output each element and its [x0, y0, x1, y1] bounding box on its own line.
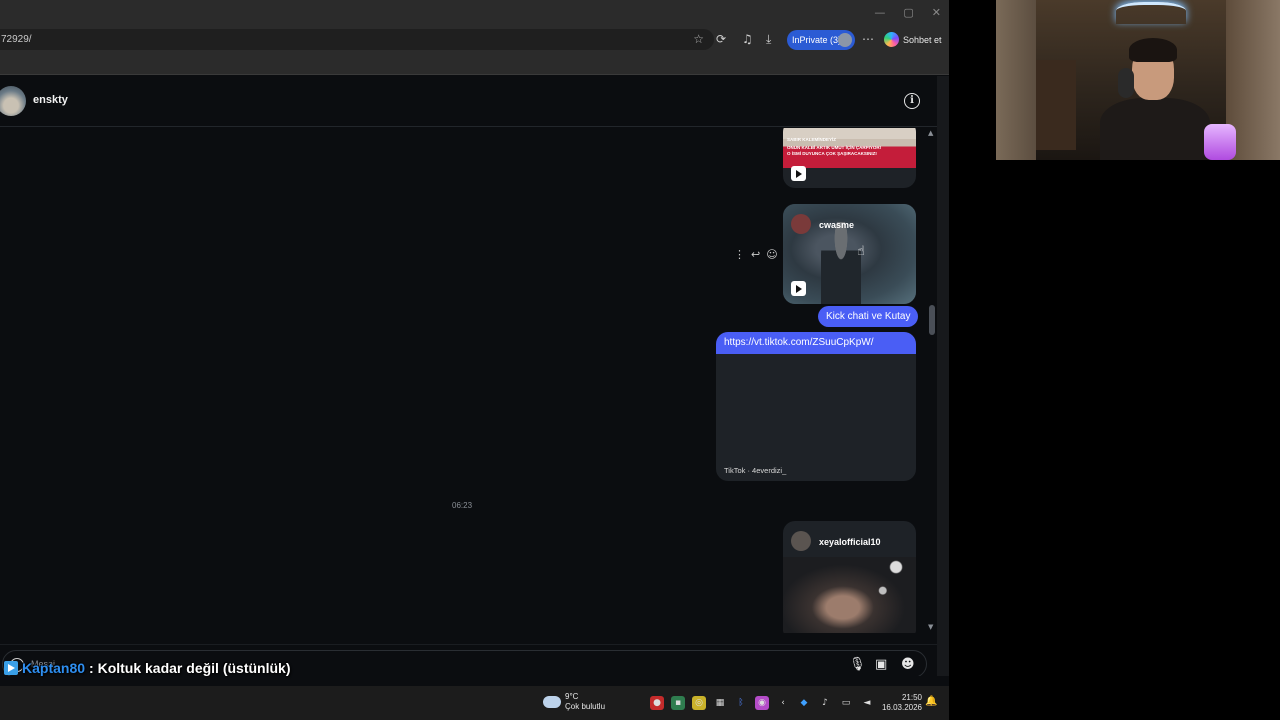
copilot-icon	[884, 32, 899, 47]
scroll-down-icon[interactable]: ▼	[928, 623, 933, 631]
message-list: SABIR KALEMİNDEYİZ ONUN KALBİ ARTIK UMUT…	[0, 128, 937, 633]
webcam-background	[1036, 60, 1076, 150]
bookmark-bar	[0, 52, 949, 75]
horizontal-scrollbar[interactable]	[0, 676, 949, 686]
banner-line: SABIR KALEMİNDEYİZ	[787, 137, 837, 142]
info-icon[interactable]: i	[904, 93, 920, 109]
neon-sign	[1116, 2, 1186, 24]
avatar[interactable]	[0, 86, 26, 116]
tray-app-icon[interactable]: ◆	[797, 696, 811, 710]
shared-post-card[interactable]: xeyalofficial10	[783, 521, 916, 633]
address-bar[interactable]: 72929/ ☆	[0, 29, 714, 50]
post-thumbnail	[783, 557, 916, 633]
message-scrollbar[interactable]	[928, 128, 937, 633]
kick-icon	[4, 661, 18, 675]
window-controls: — ▢ ✕	[874, 6, 941, 19]
post-thumbnail: SABIR KALEMİNDEYİZ ONUN KALBİ ARTIK UMUT…	[783, 128, 916, 168]
chat-header: enskty i	[0, 76, 937, 127]
page-scrollbar[interactable]	[937, 76, 949, 686]
overlay-message: : Koltuk kadar değil (üstünlük)	[89, 660, 291, 676]
taskbar: 9°C Çok bulutlu ● ▪ ◎ ▦ ᛒ ◉ ‹ ◆ ♪ ▭ ◄ 21…	[0, 686, 949, 720]
post-thumbnail-figure	[821, 222, 861, 304]
tray-app-icon[interactable]: ‹	[776, 696, 790, 710]
star-icon[interactable]: ☆	[693, 29, 704, 50]
webcam-background	[996, 0, 1036, 160]
temperature: 9°C	[565, 692, 579, 701]
message-bubble[interactable]: Kick chati ve Kutay	[818, 306, 919, 327]
emoji-icon[interactable]: ☺	[766, 248, 777, 261]
banner-line: ONUN KALBİ ARTIK UMUT İÇİN ÇARPIYOR!	[787, 145, 882, 150]
sticker-icon[interactable]: ☻	[901, 657, 915, 672]
link-preview-card[interactable]: https://vt.tiktok.com/ZSuuCpKpW/ TikTok …	[716, 332, 916, 481]
network-icon[interactable]: ▭	[839, 696, 853, 710]
play-icon[interactable]	[791, 166, 806, 181]
bell-icon[interactable]: 🔔	[925, 696, 937, 707]
message-timestamp: 06:23	[452, 501, 473, 510]
stream-chat-overlay: Kaptan80 : Koltuk kadar değil (üstünlük)	[4, 660, 291, 676]
link-source: TikTok · 4everdizi_	[724, 466, 787, 475]
chat-button-label: Sohbet et	[903, 34, 942, 45]
weather-widget[interactable]: 9°C Çok bulutlu	[543, 691, 605, 712]
tray-app-icon[interactable]: ▪	[671, 696, 685, 710]
clock[interactable]: 21:50 16.03.2026	[880, 693, 922, 713]
shared-post-card[interactable]: SABIR KALEMİNDEYİZ ONUN KALBİ ARTIK UMUT…	[783, 128, 916, 188]
tray-app-icon[interactable]: ▦	[713, 696, 727, 710]
browser-window: — ▢ ✕ 72929/ ☆ ⟳ ♫ ⤓ InPrivate (3) ⋯ Soh…	[0, 0, 949, 686]
close-button[interactable]: ✕	[932, 6, 941, 19]
microphone-icon[interactable]: 🎙	[849, 657, 866, 672]
browser-toolbar: 72929/ ☆ ⟳ ♫ ⤓ InPrivate (3) ⋯ Sohbet et	[0, 28, 949, 52]
reply-icon[interactable]: ↩	[751, 248, 760, 261]
more-icon[interactable]: ⋯	[862, 32, 874, 46]
play-icon[interactable]	[791, 281, 806, 296]
headset-mic	[1118, 68, 1134, 98]
title-bar: — ▢ ✕	[0, 0, 949, 28]
weather-condition: Çok bulutlu	[565, 702, 606, 711]
bluetooth-icon[interactable]: ᛒ	[734, 696, 748, 710]
download-icon[interactable]: ⤓	[766, 32, 771, 47]
more-vertical-icon[interactable]: ⋮	[734, 248, 745, 261]
webcam-feed	[996, 0, 1280, 160]
hand-cursor-icon: ☝	[857, 244, 865, 259]
clock-time: 21:50	[901, 693, 922, 702]
clock-date: 16.03.2026	[881, 703, 922, 712]
avatar	[791, 531, 811, 551]
streamer-hair	[1129, 38, 1177, 62]
message-actions: ⋮ ↩ ☺	[734, 248, 778, 261]
cloud-icon	[543, 691, 561, 708]
tray-app-icon[interactable]: ◉	[755, 696, 769, 710]
avatar	[791, 214, 811, 234]
post-author[interactable]: xeyalofficial10	[819, 537, 881, 547]
desk-lamp	[1204, 124, 1236, 160]
tray-app-icon[interactable]: ●	[650, 696, 664, 710]
inprivate-badge[interactable]: InPrivate (3)	[787, 30, 855, 50]
microphone-icon[interactable]: ♪	[818, 696, 832, 710]
chat-username[interactable]: enskty	[33, 94, 68, 106]
refresh-icon[interactable]: ⟳	[716, 32, 726, 46]
inprivate-label: InPrivate (3)	[792, 35, 842, 45]
profile-avatar	[838, 33, 852, 47]
banner-line: O İSMİ DUYUNCA ÇOK ŞAŞIRACAKSINIZ!	[787, 151, 877, 156]
overlay-username: Kaptan80	[22, 660, 86, 676]
image-icon[interactable]: ▣	[875, 657, 887, 672]
system-tray: ● ▪ ◎ ▦ ᛒ ◉ ‹ ◆ ♪ ▭ ◄	[650, 696, 874, 710]
streamer-body	[1100, 98, 1210, 160]
scrollbar-thumb[interactable]	[929, 305, 935, 335]
minimize-button[interactable]: —	[874, 6, 885, 19]
tray-app-icon[interactable]: ◎	[692, 696, 706, 710]
post-author[interactable]: cwasme	[819, 220, 854, 230]
weather-text: 9°C Çok bulutlu	[565, 692, 605, 712]
screen: — ▢ ✕ 72929/ ☆ ⟳ ♫ ⤓ InPrivate (3) ⋯ Soh…	[0, 0, 1280, 720]
maximize-button[interactable]: ▢	[903, 6, 913, 19]
chat-button[interactable]: Sohbet et	[884, 32, 942, 47]
url-text: 72929/	[1, 34, 32, 45]
scroll-up-icon[interactable]: ▲	[928, 129, 933, 137]
chat-page: enskty i SABIR KALEMİNDEYİZ ONUN KALBİ A…	[0, 76, 937, 686]
volume-icon[interactable]: ◄	[860, 696, 874, 710]
link-url[interactable]: https://vt.tiktok.com/ZSuuCpKpW/	[716, 332, 916, 354]
shared-post-card[interactable]: cwasme	[783, 204, 916, 304]
extension-icon[interactable]: ♫	[742, 32, 753, 46]
